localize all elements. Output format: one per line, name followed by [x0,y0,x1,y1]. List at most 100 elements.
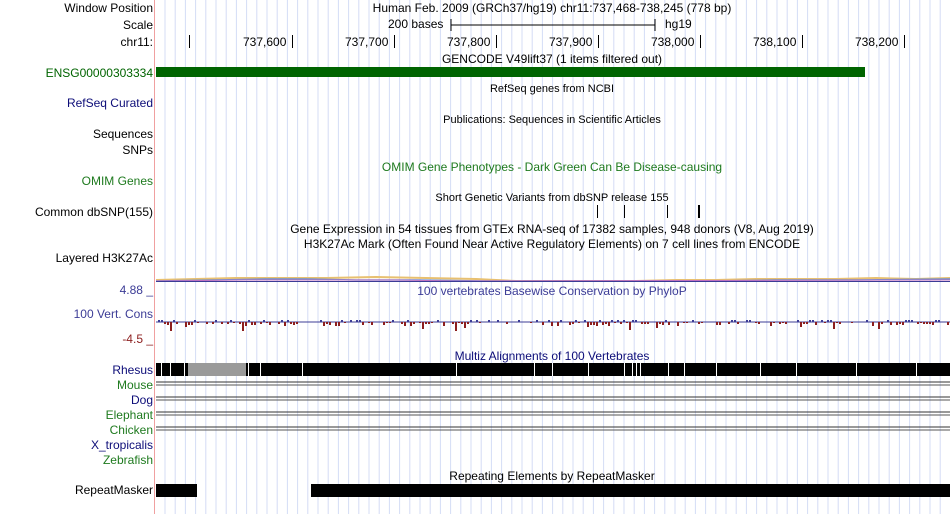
conservation-negative-bar [929,322,931,324]
gencode-gene-bar[interactable] [156,67,865,77]
rhesus-alignment-gap [636,363,637,376]
conservation-positive-bar [911,320,913,322]
conservation-negative-bar [443,322,445,326]
genome-browser-image[interactable]: Window Position Scale chr11: Human Feb. … [0,0,950,514]
conservation-negative-bar [677,322,679,326]
conservation-negative-bar [659,322,661,324]
conservation-negative-bar [428,322,430,324]
conservation-negative-bar [947,322,949,325]
conservation-positive-bar [350,320,352,322]
conservation-positive-bar [356,320,358,322]
snps-publications-label[interactable]: SNPs [122,143,153,157]
conservation-positive-bar [821,320,823,322]
conservation-negative-bar [461,322,463,324]
conservation-negative-bar [458,322,460,323]
h3k27ac-signal[interactable] [156,268,950,282]
conservation-negative-bar [185,322,187,327]
gencode-title: GENCODE V49lift37 (1 items filtered out) [441,52,663,66]
species-label-dog[interactable]: Dog [131,393,153,407]
snp-item[interactable] [698,205,700,218]
species-label-rhesus[interactable]: Rhesus [112,363,153,377]
species-label-x-tropicalis[interactable]: X_tropicalis [91,438,153,452]
conservation-negative-bar [815,322,817,325]
rhesus-alignment-gap [248,363,249,376]
conservation-positive-bar [287,320,289,322]
conservation-negative-bar [242,322,244,331]
conservation-wiggle[interactable] [156,314,950,334]
ruler-tick-label: 738,200 [855,35,899,49]
multiz-alignment-rows[interactable] [156,362,950,442]
species-label-zebrafish[interactable]: Zebrafish [103,453,153,467]
species-label-elephant[interactable]: Elephant [106,408,153,422]
ruler-tick [802,35,803,48]
ruler-tick [904,35,905,48]
snp-item[interactable] [597,205,598,218]
conservation-positive-bar [476,320,478,322]
conservation-negative-bar [602,322,604,325]
conservation-negative-bar [329,322,331,325]
conservation-negative-bar [800,322,802,327]
repeatmasker-track-label[interactable]: RepeatMasker [75,483,153,497]
conservation-positive-bar [392,320,394,322]
rhesus-alignment-gap [184,363,185,376]
repeat-element[interactable] [156,484,197,497]
conservation-positive-bar [161,320,163,322]
scale-bar [450,19,656,31]
ruler-tick-label: 738,100 [753,35,797,49]
h3k27ac-track-label[interactable]: Layered H3K27Ac [56,251,153,265]
rhesus-alignment-gap [684,363,685,376]
conservation-negative-bar [167,322,169,325]
species-label-chicken[interactable]: Chicken [110,423,153,437]
dbsnp-track-label[interactable]: Common dbSNP(155) [35,205,153,219]
conservation-negative-bar [641,322,643,324]
omim-track-label[interactable]: OMIM Genes [82,174,153,188]
conservation-min-label: -4.5 _ [122,332,153,346]
conservation-negative-bar [401,322,403,324]
scale-text: 200 bases [388,17,444,31]
ruler-tick-label: 737,700 [345,35,389,49]
gencode-item-label[interactable]: ENSG00000303334 [46,66,153,80]
snp-item[interactable] [624,205,625,218]
conservation-negative-bar [806,322,808,324]
conservation-negative-bar [233,322,235,323]
conservation-positive-bar [905,320,907,322]
conservation-negative-bar [620,322,622,324]
conservation-negative-bar [551,322,553,326]
conservation-positive-bar [635,320,637,322]
species-label-mouse[interactable]: Mouse [117,378,153,392]
conservation-negative-bar [530,322,532,323]
conservation-negative-bar [728,322,730,324]
refseq-track-label[interactable]: RefSeq Curated [67,96,153,110]
publications-track-label[interactable]: Sequences [93,127,153,141]
conservation-negative-bar [419,322,421,323]
snp-item[interactable] [667,205,668,218]
repeat-element[interactable] [311,484,950,497]
conservation-negative-bar [596,322,598,326]
rhesus-alignment-gap [716,363,717,376]
conservation-negative-bar [656,322,658,328]
conservation-negative-bar [422,322,424,329]
conservation-negative-bar [926,322,928,324]
conservation-positive-bar [470,320,472,322]
conservation-negative-bar [839,322,841,324]
conservation-negative-bar [338,322,340,326]
ruler-tick [394,35,395,48]
conservation-positive-bar [575,320,577,322]
conservation-positive-bar [407,320,409,322]
conservation-positive-bar [263,320,265,322]
conservation-track-label[interactable]: 100 Vert. Cons [74,307,153,321]
conservation-negative-bar [878,322,880,329]
conservation-negative-bar [719,322,721,325]
conservation-negative-bar [872,322,874,326]
conservation-negative-bar [803,322,805,324]
conservation-negative-bar [467,322,469,324]
conservation-positive-bar [599,320,601,322]
conservation-negative-bar [344,322,346,323]
conservation-positive-bar [488,320,490,322]
conservation-negative-bar [293,322,295,325]
rhesus-alignment-gap [640,363,641,376]
conservation-negative-bar [386,322,388,323]
dbsnp-title: Short Genetic Variants from dbSNP releas… [435,192,669,204]
conservation-positive-bar [812,320,814,322]
conservation-positive-bar [548,320,550,322]
